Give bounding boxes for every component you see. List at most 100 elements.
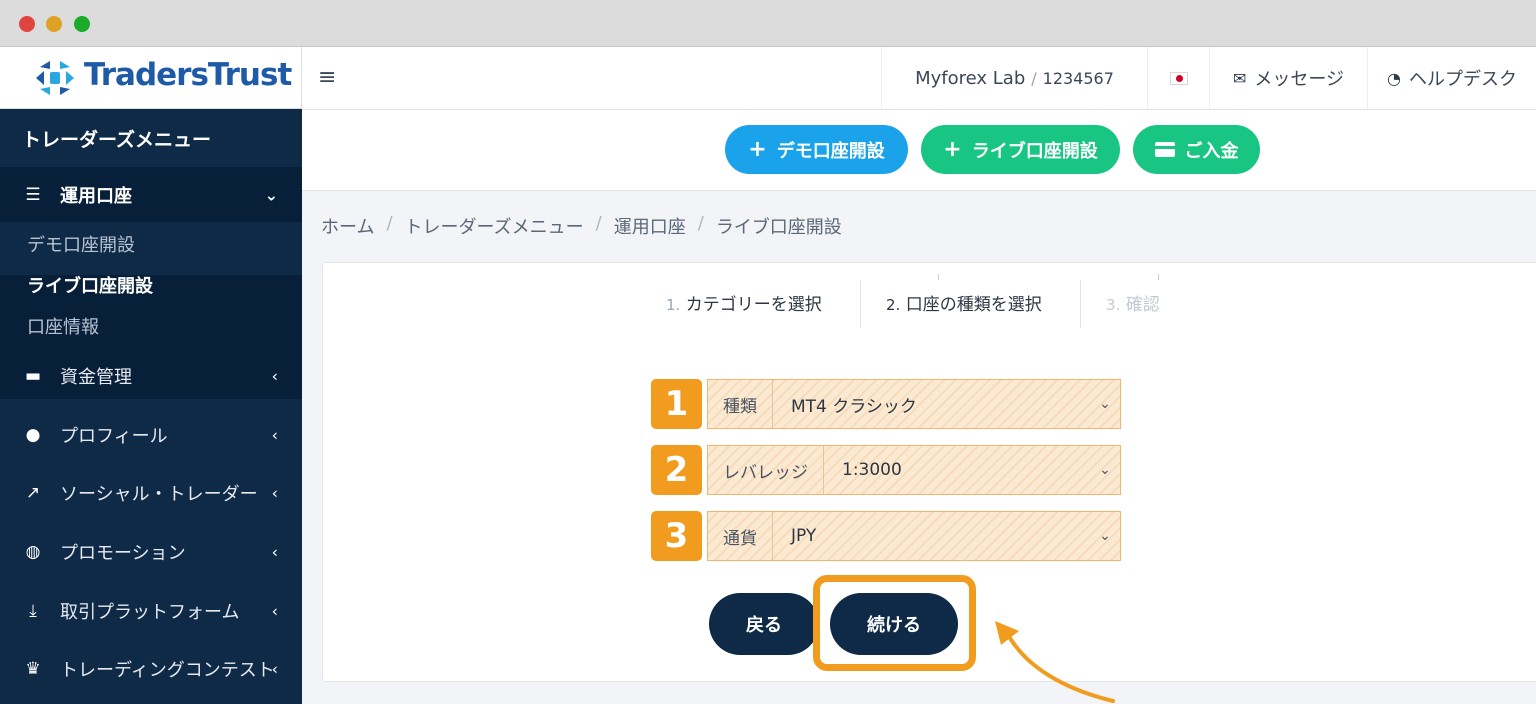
open-demo-account-label: デモ口座開設 bbox=[776, 140, 885, 162]
language-selector[interactable] bbox=[1147, 47, 1209, 109]
plus-icon: + bbox=[748, 137, 767, 162]
headset-icon: ◔ bbox=[1387, 68, 1401, 88]
step-number: 2. bbox=[886, 296, 901, 314]
step-badge-3: 3 bbox=[651, 511, 702, 561]
hamburger-menu-icon[interactable]: ≡ bbox=[318, 65, 336, 90]
pointer-arrow-icon bbox=[995, 621, 1115, 703]
envelope-icon: ✉ bbox=[1232, 68, 1247, 88]
chevron-left-icon: ‹ bbox=[271, 659, 278, 678]
deposit-button[interactable]: ご入金 bbox=[1133, 125, 1260, 174]
chevron-left-icon: ‹ bbox=[271, 483, 278, 502]
sidebar-item-label: ソーシャル・トレーダー bbox=[60, 483, 258, 505]
step-tick bbox=[1158, 274, 1159, 280]
sidebar-title: トレーダーズメニュー bbox=[22, 129, 212, 151]
back-button[interactable]: 戻る bbox=[709, 593, 819, 655]
open-live-account-button[interactable]: + ライブ口座開設 bbox=[921, 125, 1120, 174]
submenu-item-account-info[interactable]: 口座情報 bbox=[27, 313, 99, 339]
open-live-account-label: ライブ口座開設 bbox=[971, 140, 1098, 162]
chevron-left-icon: ‹ bbox=[271, 542, 278, 561]
leverage-select[interactable]: レバレッジ 1:3000 ⌄ bbox=[707, 445, 1121, 495]
minimize-window-button[interactable] bbox=[46, 16, 62, 32]
sidebar-item-label: 資金管理 bbox=[60, 366, 132, 388]
field-value: JPY bbox=[791, 526, 817, 546]
chevron-left-icon: ‹ bbox=[271, 601, 278, 620]
field-value: MT4 クラシック bbox=[791, 396, 917, 417]
breadcrumb-separator: / bbox=[595, 213, 602, 234]
maximize-window-button[interactable] bbox=[74, 16, 90, 32]
chevron-down-icon: ⌄ bbox=[1099, 396, 1111, 412]
chevron-down-icon: ⌄ bbox=[1099, 528, 1111, 544]
sidebar-item-social-trader[interactable]: ↗ ソーシャル・トレーダー ‹ bbox=[0, 465, 302, 520]
messages-link[interactable]: ✉ メッセージ bbox=[1209, 47, 1367, 109]
wallet-icon: ▬ bbox=[24, 365, 42, 386]
continue-button[interactable]: 続ける bbox=[830, 593, 958, 655]
sidebar: TradersTrust トレーダーズメニュー ☰ 運用口座 ⌄ デモ口座開設 … bbox=[0, 47, 302, 704]
deposit-label: ご入金 bbox=[1184, 140, 1239, 162]
submenu-item-live-account[interactable]: ライブ口座開設 bbox=[27, 272, 153, 298]
browser-window: TradersTrust トレーダーズメニュー ☰ 運用口座 ⌄ デモ口座開設 … bbox=[0, 0, 1536, 704]
step-tick bbox=[938, 274, 939, 280]
sidebar-item-label: プロモーション bbox=[60, 542, 186, 564]
field-label: レバレッジ bbox=[708, 446, 824, 494]
jp-flag-icon bbox=[1169, 71, 1188, 85]
breadcrumb-separator: / bbox=[386, 213, 393, 234]
step-label: カテゴリーを選択 bbox=[685, 295, 822, 315]
chevron-down-icon: ⌄ bbox=[1099, 462, 1111, 478]
logo-area[interactable]: TradersTrust bbox=[0, 47, 302, 109]
chevron-left-icon: ‹ bbox=[271, 425, 278, 444]
submenu-item-demo-account[interactable]: デモ口座開設 bbox=[27, 231, 135, 257]
breadcrumb-home[interactable]: ホーム bbox=[321, 213, 374, 239]
breadcrumb-current: ライブ口座開設 bbox=[715, 217, 842, 238]
sidebar-item-accounts[interactable]: ☰ 運用口座 ⌄ bbox=[0, 167, 302, 222]
step-1: 1. カテゴリーを選択 bbox=[666, 290, 822, 315]
helpdesk-link[interactable]: ◔ ヘルプデスク bbox=[1367, 47, 1536, 109]
brand-name: TradersTrust bbox=[84, 57, 292, 93]
sidebar-item-promotion[interactable]: ◍ プロモーション ‹ bbox=[0, 524, 302, 579]
account-number: 1234567 bbox=[1042, 68, 1114, 88]
sidebar-item-label: プロフィール bbox=[60, 425, 168, 447]
breadcrumb-accounts[interactable]: 運用口座 bbox=[614, 213, 686, 239]
sidebar-item-funds[interactable]: ▬ 資金管理 ‹ bbox=[0, 348, 302, 403]
sidebar-item-label: トレーディングコンテスト bbox=[60, 659, 275, 681]
step-divider bbox=[1080, 280, 1081, 328]
step-number: 1. bbox=[666, 296, 681, 314]
list-icon: ☰ bbox=[25, 184, 41, 205]
account-selector[interactable]: Myforex Lab / 1234567 bbox=[881, 47, 1147, 109]
step-badge-2: 2 bbox=[651, 445, 702, 495]
step-label: 確認 bbox=[1125, 295, 1160, 315]
chart-icon: ↗ bbox=[25, 482, 41, 503]
credit-card-icon bbox=[1154, 142, 1175, 157]
sidebar-item-contest[interactable]: ♛ トレーディングコンテスト ‹ bbox=[0, 641, 302, 696]
trophy-icon: ♛ bbox=[25, 658, 41, 679]
breadcrumb-traders-menu[interactable]: トレーダーズメニュー bbox=[405, 213, 584, 239]
globe-icon: ◍ bbox=[25, 541, 41, 562]
chevron-down-icon: ⌄ bbox=[264, 185, 278, 204]
breadcrumb-separator: / bbox=[697, 213, 704, 234]
step-label: 口座の種類を選択 bbox=[905, 295, 1042, 315]
step-3: 3. 確認 bbox=[1106, 290, 1160, 315]
field-value: 1:3000 bbox=[842, 460, 902, 480]
account-separator: / bbox=[1031, 68, 1037, 88]
step-divider bbox=[860, 280, 861, 328]
step-2: 2. 口座の種類を選択 bbox=[886, 290, 1042, 315]
field-label: 種類 bbox=[708, 380, 773, 428]
user-icon: ● bbox=[25, 424, 41, 445]
currency-select[interactable]: 通貨 JPY ⌄ bbox=[707, 511, 1121, 561]
account-type-select[interactable]: 種類 MT4 クラシック ⌄ bbox=[707, 379, 1121, 429]
chevron-left-icon: ‹ bbox=[271, 366, 278, 385]
step-badge-1: 1 bbox=[651, 379, 702, 429]
plus-icon: + bbox=[943, 137, 962, 162]
traderstrust-logo-icon bbox=[36, 61, 74, 95]
close-window-button[interactable] bbox=[19, 16, 35, 32]
sidebar-item-label: 運用口座 bbox=[60, 185, 132, 207]
step-number: 3. bbox=[1106, 296, 1121, 314]
action-bar: + デモ口座開設 + ライブ口座開設 ご入金 bbox=[302, 110, 1536, 191]
helpdesk-label: ヘルプデスク bbox=[1408, 69, 1517, 90]
download-icon: ⤓ bbox=[29, 600, 37, 621]
topbar: ≡ Myforex Lab / 1234567 ✉ メッセージ ◔ ヘルプデスク bbox=[302, 47, 1536, 110]
account-name: Myforex Lab bbox=[915, 67, 1026, 89]
sidebar-item-profile[interactable]: ● プロフィール ‹ bbox=[0, 407, 302, 462]
window-titlebar bbox=[0, 0, 1536, 47]
sidebar-item-platform[interactable]: ⤓ 取引プラットフォーム ‹ bbox=[0, 583, 302, 638]
open-demo-account-button[interactable]: + デモ口座開設 bbox=[725, 125, 908, 174]
